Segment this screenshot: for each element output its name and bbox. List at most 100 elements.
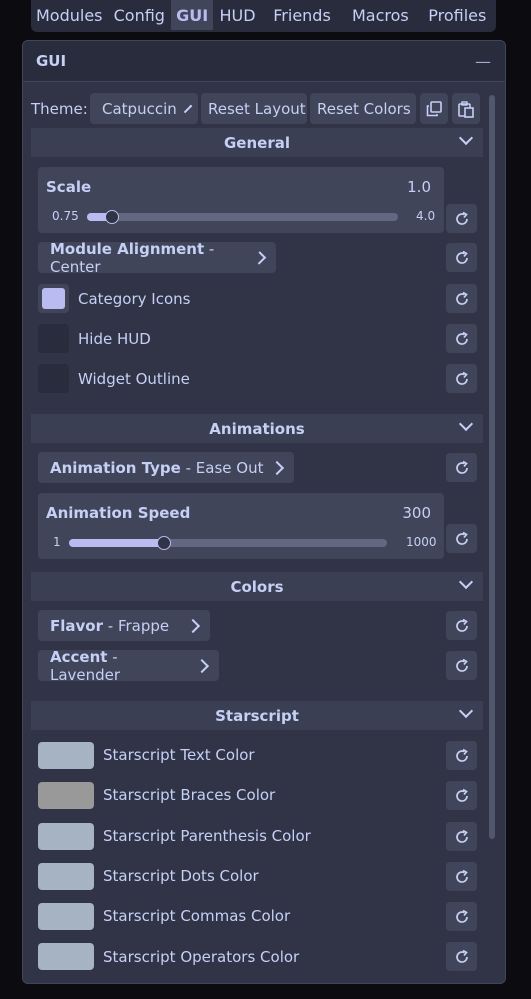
module-alignment-label: Module Alignment <box>50 239 205 258</box>
copy-icon <box>426 100 442 116</box>
reset-icon <box>455 949 468 963</box>
paste-button[interactable] <box>452 93 480 124</box>
reset-layout-button[interactable]: Reset Layout <box>201 93 307 124</box>
window-header[interactable]: GUI — <box>23 41 505 82</box>
animation-speed-value: 300 <box>402 504 431 522</box>
starscript-commas-color-label: Starscript Commas Color <box>103 907 291 925</box>
starscript-braces-color-reset-button[interactable] <box>446 781 477 810</box>
starscript-parenthesis-color-label: Starscript Parenthesis Color <box>103 827 311 845</box>
animation-type-label: Animation Type <box>50 458 181 477</box>
section-general-header[interactable]: General <box>31 128 483 157</box>
reset-icon <box>455 331 468 345</box>
starscript-operators-color-label: Starscript Operators Color <box>103 948 300 966</box>
section-colors-title: Colors <box>230 577 284 596</box>
scale-min: 0.75 <box>52 209 79 223</box>
paste-icon <box>458 100 474 118</box>
animation-type-select[interactable]: Animation Type - Ease Out <box>38 452 294 483</box>
accent-reset-button[interactable] <box>446 651 477 680</box>
reset-icon <box>455 250 468 264</box>
section-starscript-header[interactable]: Starscript <box>31 701 483 730</box>
tab-modules[interactable]: Modules <box>31 0 108 30</box>
animation-type-reset-button[interactable] <box>446 453 477 482</box>
starscript-parenthesis-color-swatch[interactable] <box>38 823 94 850</box>
scale-max: 4.0 <box>416 209 436 223</box>
starscript-braces-color-label: Starscript Braces Color <box>103 786 276 804</box>
category-icons-checkbox[interactable] <box>38 284 69 313</box>
section-animations-title: Animations <box>209 419 305 438</box>
animation-speed-slider[interactable] <box>69 536 387 550</box>
tab-config[interactable]: Config <box>108 0 172 30</box>
chevron-down-icon <box>458 574 474 590</box>
starscript-text-color-swatch[interactable] <box>38 742 94 769</box>
animation-speed-slider-box: Animation Speed 300 1 1000 <box>38 493 444 559</box>
starscript-commas-color-swatch[interactable] <box>38 903 94 930</box>
scale-value: 1.0 <box>407 178 431 196</box>
hide-hud-reset-button[interactable] <box>446 324 477 353</box>
widget-outline-label: Widget Outline <box>78 370 190 388</box>
gui-window: GUI — Theme: Catpuccin Reset Layout Rese… <box>22 40 506 984</box>
chevron-down-icon <box>458 703 474 719</box>
module-alignment-select[interactable]: Module Alignment - Center <box>38 239 276 276</box>
scale-slider-handle[interactable] <box>105 210 119 224</box>
widget-outline-checkbox[interactable] <box>38 364 69 393</box>
animation-speed-min: 1 <box>53 535 61 549</box>
window-title: GUI <box>36 52 67 70</box>
scrollbar[interactable] <box>489 95 495 839</box>
reset-icon <box>455 869 468 883</box>
starscript-dots-color-reset-button[interactable] <box>446 862 477 891</box>
animation-speed-slider-fill <box>69 539 166 547</box>
tab-friends[interactable]: Friends <box>262 0 342 30</box>
scale-slider-box: Scale 1.0 0.75 4.0 <box>38 167 444 233</box>
starscript-commas-color-reset-button[interactable] <box>446 902 477 931</box>
chevron-right-icon <box>185 618 201 633</box>
scale-slider[interactable] <box>87 210 398 224</box>
starscript-dots-color-swatch[interactable] <box>38 863 94 890</box>
chevron-right-icon <box>183 104 192 113</box>
animation-speed-slider-handle[interactable] <box>157 536 171 550</box>
reset-icon <box>455 618 468 632</box>
flavor-label: Flavor <box>50 616 103 635</box>
scale-label: Scale <box>46 178 92 196</box>
chevron-right-icon <box>269 460 285 475</box>
reset-icon <box>455 748 468 762</box>
hide-hud-checkbox[interactable] <box>38 324 69 353</box>
theme-select[interactable]: Catpuccin <box>90 93 198 124</box>
widget-outline-reset-button[interactable] <box>446 364 477 393</box>
reset-icon <box>455 531 468 545</box>
animation-type-value: - Ease Out <box>180 458 264 477</box>
section-general-title: General <box>224 133 290 152</box>
tab-profiles[interactable]: Profiles <box>419 0 496 30</box>
flavor-value: - Frappe <box>103 616 170 635</box>
reset-icon <box>455 460 468 474</box>
reset-colors-button[interactable]: Reset Colors <box>310 93 416 124</box>
animation-speed-reset-button[interactable] <box>446 524 477 553</box>
reset-layout-label: Reset Layout <box>208 99 306 118</box>
accent-select[interactable]: Accent - Lavender <box>38 648 219 684</box>
top-tab-bar: Modules Config GUI HUD Friends Macros Pr… <box>31 0 496 32</box>
starscript-dots-color-label: Starscript Dots Color <box>103 867 259 885</box>
category-icons-label: Category Icons <box>78 290 191 308</box>
animation-speed-max: 1000 <box>406 535 437 549</box>
starscript-operators-color-swatch[interactable] <box>38 943 94 970</box>
category-icons-reset-button[interactable] <box>446 284 477 313</box>
starscript-text-color-label: Starscript Text Color <box>103 746 255 764</box>
reset-icon <box>455 371 468 385</box>
starscript-braces-color-swatch[interactable] <box>38 782 94 809</box>
copy-button[interactable] <box>420 93 448 124</box>
module-alignment-reset-button[interactable] <box>446 243 477 272</box>
tab-hud[interactable]: HUD <box>213 0 262 30</box>
starscript-parenthesis-color-reset-button[interactable] <box>446 822 477 851</box>
reset-icon <box>455 658 468 672</box>
starscript-operators-color-reset-button[interactable] <box>446 942 477 971</box>
section-colors-header[interactable]: Colors <box>31 572 483 601</box>
tab-gui[interactable]: GUI <box>171 0 214 30</box>
scale-reset-button[interactable] <box>446 204 477 233</box>
reset-colors-label: Reset Colors <box>317 99 411 118</box>
reset-icon <box>455 829 468 843</box>
collapse-icon[interactable]: — <box>475 52 491 71</box>
starscript-text-color-reset-button[interactable] <box>446 741 477 770</box>
flavor-select[interactable]: Flavor - Frappe <box>38 610 210 641</box>
flavor-reset-button[interactable] <box>446 611 477 640</box>
tab-macros[interactable]: Macros <box>342 0 418 30</box>
section-animations-header[interactable]: Animations <box>31 414 483 443</box>
